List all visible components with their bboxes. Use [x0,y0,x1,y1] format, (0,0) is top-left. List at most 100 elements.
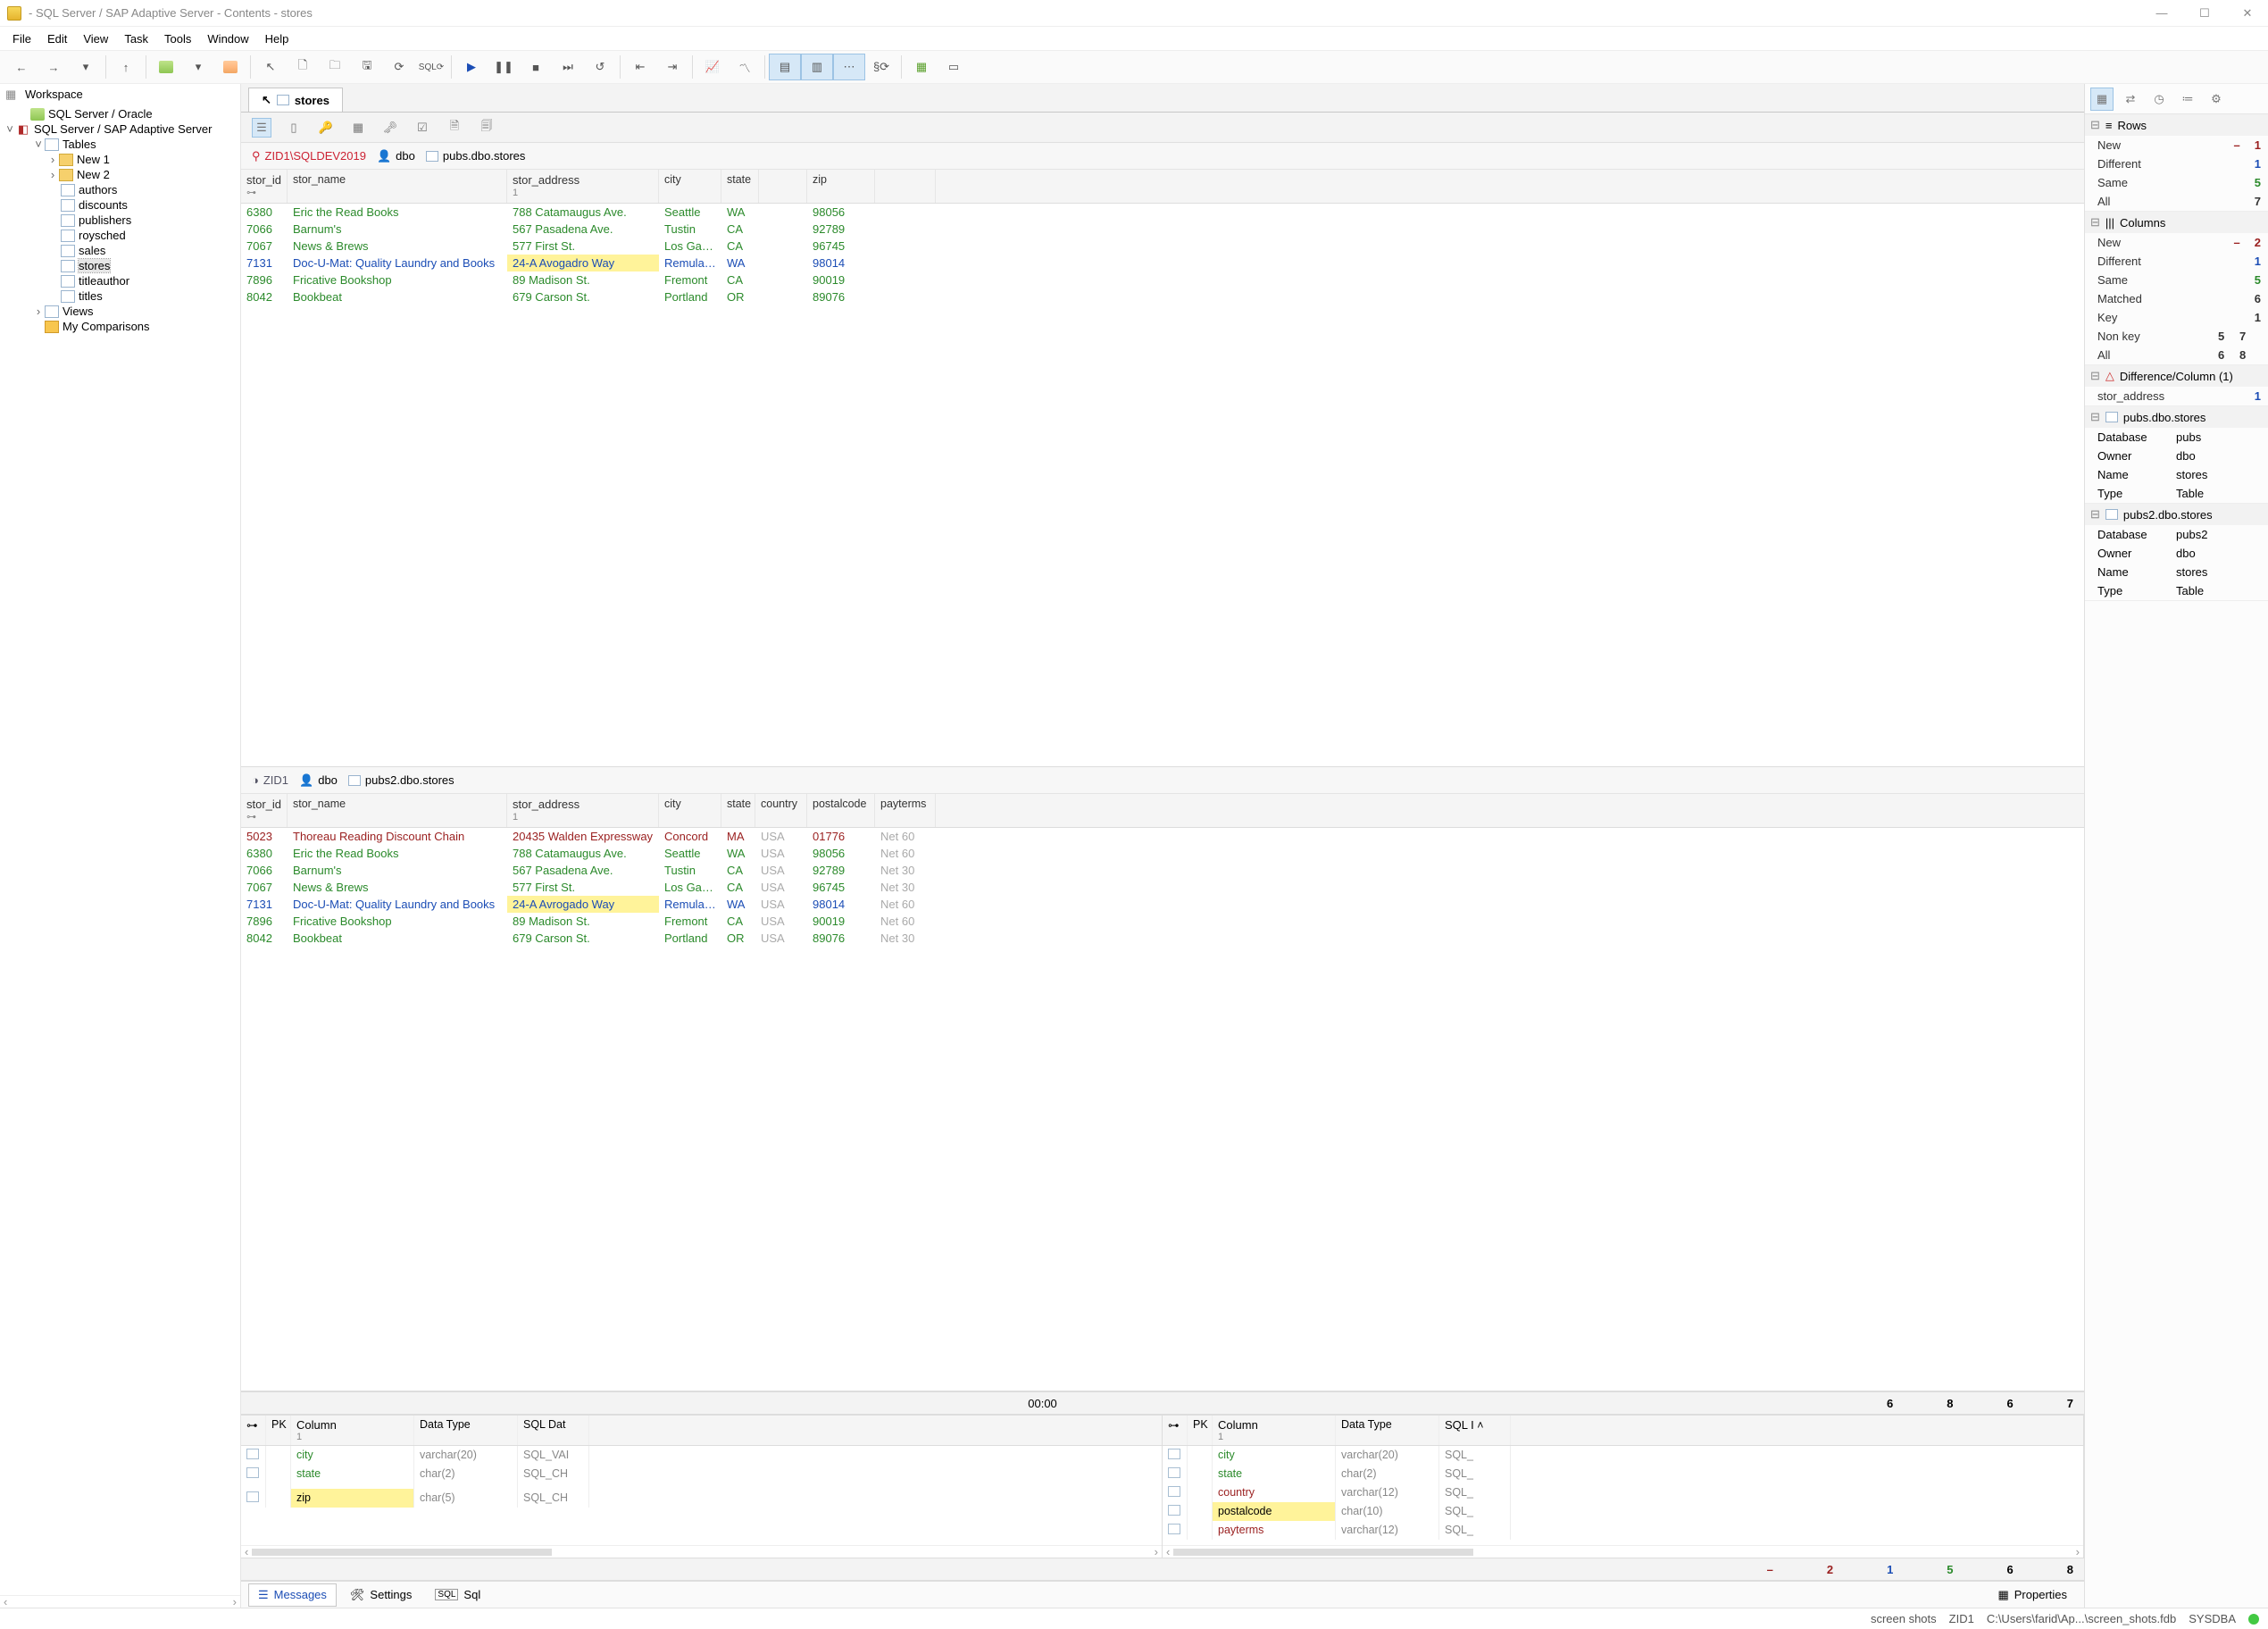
schema-row[interactable]: countryvarchar(12)SQL_ [1163,1483,2083,1502]
menu-view[interactable]: View [76,29,115,49]
table-row[interactable]: 6380Eric the Read Books788 Catamaugus Av… [241,204,2084,221]
menu-file[interactable]: File [5,29,38,49]
sync-right-icon[interactable]: ⇥ [656,54,688,80]
tree-node-roysched[interactable]: roysched [0,228,240,243]
grid-color-icon[interactable]: ▦ [348,118,368,138]
prop-list-icon[interactable]: ≔ [2176,88,2199,111]
key-icon[interactable]: 🔑 [316,118,336,138]
split-horizontal-icon[interactable]: ▤ [769,54,801,80]
minimize-button[interactable]: — [2148,6,2175,21]
menu-task[interactable]: Task [117,29,155,49]
sql-refresh-icon[interactable]: SQL⟳ [415,54,447,80]
run-icon[interactable]: ▶ [455,54,488,80]
tree-node-mycomparisons[interactable]: My Comparisons [0,319,240,334]
stop-icon[interactable]: ■ [520,54,552,80]
db-remove-button[interactable] [214,54,246,80]
tree-node-oracle[interactable]: SQL Server / Oracle [0,106,240,121]
pause-icon[interactable]: ❚❚ [488,54,520,80]
save-icon[interactable]: 🖫 [351,54,383,80]
chart-icon[interactable]: 📈 [696,54,729,80]
maximize-button[interactable]: ☐ [2191,6,2218,21]
hscroll-left[interactable]: ‹ [1166,1545,1170,1558]
menu-window[interactable]: Window [200,29,255,49]
refresh-icon[interactable]: ⟳ [383,54,415,80]
window-icon[interactable]: ▭ [938,54,970,80]
grid-top: ⚲ZID1\SQLDEV2019 👤dbo pubs.dbo.stores st… [241,143,2084,767]
menu-edit[interactable]: Edit [40,29,74,49]
prop-flow-icon[interactable]: ⇄ [2119,88,2142,111]
view-rows-icon[interactable]: ☰ [252,118,271,138]
tree-node-discounts[interactable]: discounts [0,197,240,213]
table-row[interactable]: 7066Barnum's567 Pasadena Ave.TustinCA927… [241,221,2084,238]
tree-node-stores[interactable]: stores [0,258,240,273]
hscroll-left[interactable]: ‹ [4,1595,7,1608]
prop-gear-icon[interactable]: ⚙ [2205,88,2228,111]
tree-node-titles[interactable]: titles [0,288,240,304]
tree-node-titleauthor[interactable]: titleauthor [0,273,240,288]
view-detail-icon[interactable]: ▯ [284,118,304,138]
close-button[interactable]: ✕ [2234,6,2261,21]
db-dropdown[interactable]: ▾ [182,54,214,80]
tree-node-sap[interactable]: ˅◧SQL Server / SAP Adaptive Server [0,121,240,137]
doc-icon[interactable]: 🗎 [445,118,464,138]
titlebar: - SQL Server / SAP Adaptive Server - Con… [0,0,2268,27]
menu-help[interactable]: Help [258,29,296,49]
tree-node-views[interactable]: ›Views [0,304,240,319]
section-icon[interactable]: §⟳ [865,54,897,80]
table-row[interactable]: 7067News & Brews577 First St.Los GatosCA… [241,879,2084,896]
table-row[interactable]: 7066Barnum's567 Pasadena Ave.TustinCAUSA… [241,862,2084,879]
schema-row[interactable]: statechar(2)SQL_ [1163,1465,2083,1483]
tab-messages[interactable]: ☰Messages [248,1583,337,1607]
hscroll-right[interactable]: › [1155,1545,1158,1558]
tree-node-authors[interactable]: authors [0,182,240,197]
tab-properties[interactable]: ▦Properties [1988,1583,2077,1607]
schema-row[interactable]: statechar(2)SQL_CH [241,1465,1162,1483]
prop-clock-icon[interactable]: ◷ [2147,88,2171,111]
open-folder-icon[interactable]: 🗀 [319,54,351,80]
table-row[interactable]: 8042Bookbeat679 Carson St.PortlandOR8907… [241,288,2084,305]
more-icon[interactable]: ⋯ [833,54,865,80]
table-row[interactable]: 7896Fricative Bookshop89 Madison St.Frem… [241,913,2084,930]
tree-node-publishers[interactable]: publishers [0,213,240,228]
key2-icon[interactable]: 🗝 [380,118,400,138]
trend-icon[interactable]: 〽 [729,54,761,80]
schema-row[interactable]: zipchar(5)SQL_CH [241,1489,1162,1508]
tree-node-tables[interactable]: ˅Tables [0,137,240,152]
table-row[interactable]: 8042Bookbeat679 Carson St.PortlandORUSA8… [241,930,2084,947]
doc-lines-icon[interactable]: 🗐 [477,118,496,138]
tree-node-new1[interactable]: ›New 1 [0,152,240,167]
grid-icon[interactable]: ▦ [905,54,938,80]
cursor-icon[interactable]: ↖ [254,54,287,80]
table-row[interactable]: 7131Doc-U-Mat: Quality Laundry and Books… [241,255,2084,272]
tab-stores[interactable]: ↖stores [248,88,343,112]
hscroll-left[interactable]: ‹ [245,1545,248,1558]
nav-forward-button[interactable]: → [38,54,70,80]
table-row[interactable]: 7131Doc-U-Mat: Quality Laundry and Books… [241,896,2084,913]
tab-settings[interactable]: 🛠Settings [340,1583,422,1607]
nav-up-button[interactable]: ↑ [110,54,142,80]
hscroll-right[interactable]: › [2076,1545,2080,1558]
schema-row[interactable]: cityvarchar(20)SQL_VAI [241,1446,1162,1465]
prop-grid-icon[interactable]: ▦ [2090,88,2114,111]
schema-row[interactable]: paytermsvarchar(12)SQL_ [1163,1521,2083,1540]
table-row[interactable]: 7896Fricative Bookshop89 Madison St.Frem… [241,272,2084,288]
db-add-button[interactable] [150,54,182,80]
check-icon[interactable]: ☑ [413,118,432,138]
menu-tools[interactable]: Tools [157,29,198,49]
schema-row[interactable]: cityvarchar(20)SQL_ [1163,1446,2083,1465]
step-icon[interactable]: ⏭ [552,54,584,80]
table-row[interactable]: 7067News & Brews577 First St.Los GatosCA… [241,238,2084,255]
tab-sql[interactable]: SQLSql [425,1583,490,1606]
undo-run-icon[interactable]: ↺ [584,54,616,80]
tree-node-sales[interactable]: sales [0,243,240,258]
nav-dropdown[interactable]: ▾ [70,54,102,80]
hscroll-right[interactable]: › [233,1595,237,1608]
nav-back-button[interactable]: ← [5,54,38,80]
split-vertical-icon[interactable]: ▥ [801,54,833,80]
tree-node-new2[interactable]: ›New 2 [0,167,240,182]
table-row[interactable]: 6380Eric the Read Books788 Catamaugus Av… [241,845,2084,862]
table-row[interactable]: 5023Thoreau Reading Discount Chain20435 … [241,828,2084,845]
new-file-icon[interactable]: 🗋 [287,54,319,80]
schema-row[interactable]: postalcodechar(10)SQL_ [1163,1502,2083,1521]
sync-left-icon[interactable]: ⇤ [624,54,656,80]
